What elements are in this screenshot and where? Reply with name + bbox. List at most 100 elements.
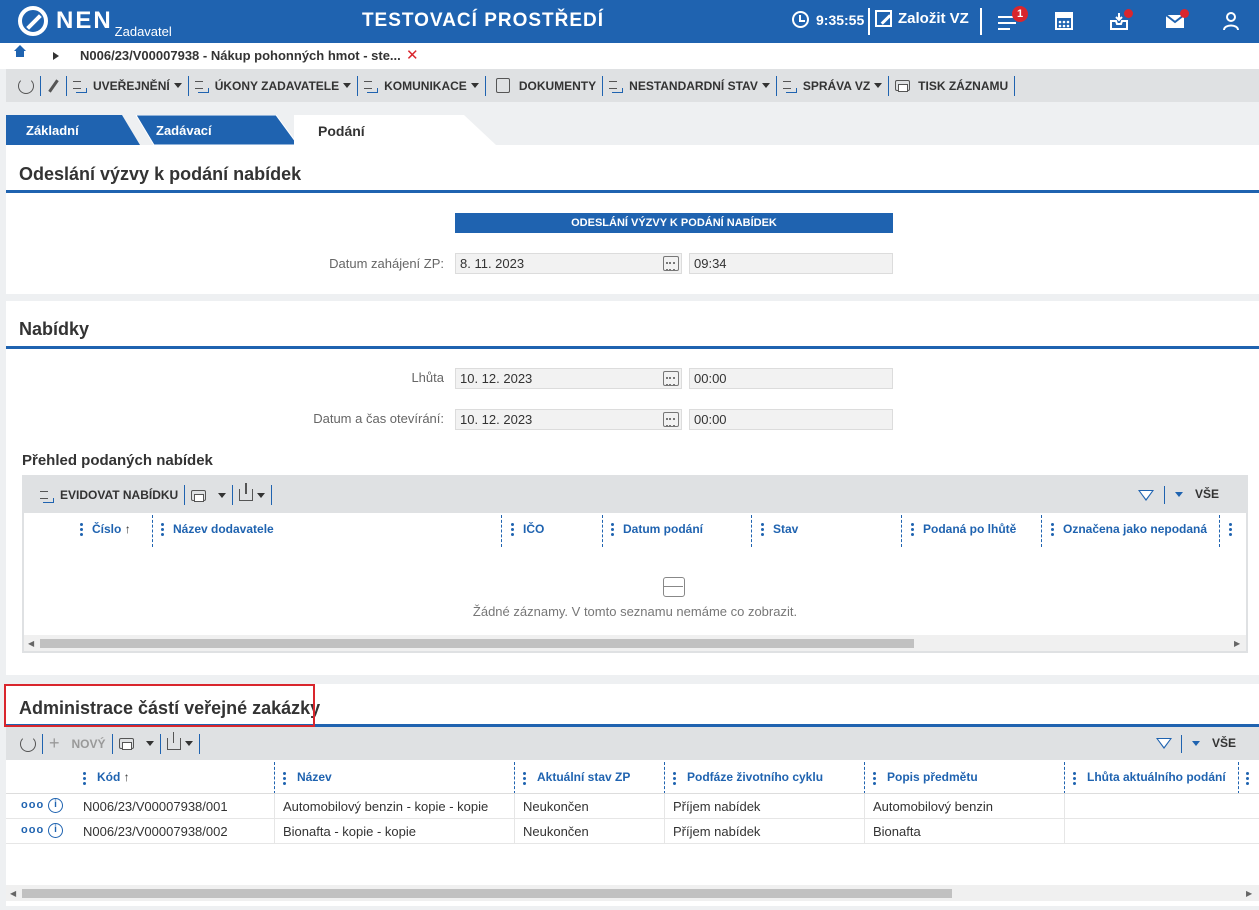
export-menu[interactable]	[161, 731, 200, 754]
row-kod[interactable]: N006/23/V00007938/001	[83, 799, 228, 814]
col-oznacena-nepodana[interactable]: Označena jako nepodaná	[1063, 522, 1207, 536]
home-icon[interactable]	[14, 45, 26, 62]
calendar-icon[interactable]	[663, 371, 679, 386]
lhuta-date-field[interactable]: 10. 12. 2023	[455, 368, 682, 389]
table-row[interactable]: ooo i N006/23/V00007938/001 Automobilový…	[6, 794, 1259, 819]
evidovat-button[interactable]: EVIDOVAT NABÍDKU	[34, 485, 186, 505]
col-podfaze[interactable]: Podfáze životního cyklu	[687, 770, 823, 784]
column-menu-icon[interactable]	[1073, 772, 1076, 787]
sort-asc-icon: ↑	[124, 522, 131, 536]
novy-button[interactable]: + NOVÝ	[43, 733, 113, 754]
row-stav: Neukončen	[523, 799, 589, 814]
create-vz-button[interactable]: Založit VZ	[875, 10, 969, 27]
col-stav[interactable]: Stav	[773, 522, 798, 536]
col-nazev[interactable]: Název	[297, 770, 332, 784]
tab-podani-ucastniku[interactable]: Podání účastníků ZP	[302, 115, 383, 203]
highlight-frame	[4, 684, 315, 727]
col-kod[interactable]: Kód ↑	[97, 770, 130, 784]
komunikace-label: KOMUNIKACE	[384, 78, 467, 93]
column-menu-icon[interactable]	[83, 772, 86, 787]
export-menu[interactable]	[233, 483, 273, 505]
chevron-right-icon	[53, 52, 59, 60]
column-menu-icon[interactable]	[283, 772, 286, 787]
calendar-icon[interactable]	[663, 412, 679, 427]
column-separator	[1238, 762, 1239, 794]
close-icon[interactable]: ✕	[406, 46, 419, 64]
col-ico[interactable]: IČO	[523, 522, 544, 536]
scrollbar-thumb[interactable]	[22, 889, 952, 898]
scroll-left-icon[interactable]: ◀	[10, 889, 16, 898]
column-separator	[1064, 762, 1065, 794]
refresh-button[interactable]	[12, 75, 41, 96]
column-menu-icon[interactable]	[1246, 772, 1249, 787]
scroll-left-icon[interactable]: ◀	[28, 639, 34, 648]
scroll-right-icon[interactable]: ▶	[1246, 889, 1252, 898]
column-separator	[1219, 515, 1220, 547]
cas-zahajeni-field[interactable]: 09:34	[689, 253, 893, 274]
row-podfaze: Příjem nabídek	[673, 824, 761, 839]
datum-zahajeni-field[interactable]: 8. 11. 2023	[455, 253, 682, 274]
col-nazev-dodavatele[interactable]: Název dodavatele	[173, 522, 274, 536]
scrollbar-thumb[interactable]	[40, 639, 914, 648]
column-menu-icon[interactable]	[761, 523, 764, 538]
uverejneni-menu[interactable]: UVEŘEJNĚNÍ	[67, 75, 189, 96]
otevirani-time-field[interactable]: 00:00	[689, 409, 893, 430]
dokumenty-label: DOKUMENTY	[518, 78, 597, 93]
horizontal-scrollbar[interactable]: ◀ ▶	[24, 635, 1246, 651]
column-menu-icon[interactable]	[80, 523, 83, 538]
nestandardni-menu[interactable]: NESTANDARDNÍ STAV	[603, 75, 777, 96]
col-cislo[interactable]: Číslo ↑	[92, 522, 131, 536]
edit-button[interactable]	[41, 75, 67, 96]
dokumenty-button[interactable]: DOKUMENTY	[486, 75, 604, 96]
scroll-right-icon[interactable]: ▶	[1234, 639, 1240, 648]
vse-dropdown[interactable]: VŠE	[1192, 736, 1236, 750]
vse-dropdown[interactable]: VŠE	[1175, 487, 1219, 501]
info-icon[interactable]: i	[48, 823, 63, 838]
column-menu-icon[interactable]	[911, 523, 914, 538]
tab-zakladni-udaje[interactable]: Základní údaje	[10, 115, 79, 170]
info-icon[interactable]: i	[48, 798, 63, 813]
tisk-button[interactable]: TISK ZÁZNAMU	[889, 75, 1016, 96]
sprava-label: SPRÁVA VZ	[802, 78, 871, 93]
row-actions-icon[interactable]: ooo	[21, 824, 44, 836]
lhuta-time-field[interactable]: 00:00	[689, 368, 893, 389]
filter-icon[interactable]	[1138, 490, 1154, 501]
col-aktualni-stav[interactable]: Aktuální stav ZP	[537, 770, 630, 784]
horizontal-scrollbar[interactable]: ◀ ▶	[6, 885, 1259, 901]
vyzva-header: ODESLÁNÍ VÝZVY K PODÁNÍ NABÍDEK	[455, 213, 893, 233]
ukony-menu[interactable]: ÚKONY ZADAVATELE	[189, 75, 359, 96]
column-separator	[751, 515, 752, 547]
column-menu-icon[interactable]	[511, 523, 514, 538]
col-podana-po-lhute[interactable]: Podaná po lhůtě	[923, 522, 1016, 536]
row-kod[interactable]: N006/23/V00007938/002	[83, 824, 228, 839]
column-menu-icon[interactable]	[1229, 523, 1232, 538]
print-menu[interactable]	[113, 733, 161, 754]
otevirani-date-field[interactable]: 10. 12. 2023	[455, 409, 682, 430]
col-datum-podani[interactable]: Datum podání	[623, 522, 703, 536]
table-row[interactable]: ooo i N006/23/V00007938/002 Bionafta - k…	[6, 819, 1259, 844]
tab-zadavaci-podminky[interactable]: Zadávací podmínky	[140, 115, 217, 170]
clock-icon	[792, 11, 809, 28]
tab-shapes	[6, 115, 496, 145]
print-menu[interactable]	[185, 485, 234, 505]
sprava-menu[interactable]: SPRÁVA VZ	[777, 75, 890, 96]
column-menu-icon[interactable]	[1051, 523, 1054, 538]
col-lhuta[interactable]: Lhůta aktuálního podání	[1087, 770, 1226, 784]
breadcrumb-item[interactable]: N006/23/V00007938 - Nákup pohonných hmot…	[80, 48, 401, 63]
column-menu-icon[interactable]	[673, 772, 676, 787]
refresh-button[interactable]	[14, 733, 43, 754]
user-icon[interactable]	[1220, 10, 1242, 32]
calendar-icon[interactable]	[663, 256, 679, 271]
col-popis[interactable]: Popis předmětu	[887, 770, 978, 784]
lhuta-date-value: 10. 12. 2023	[460, 371, 533, 386]
column-menu-icon[interactable]	[611, 523, 614, 538]
calculator-icon[interactable]	[1053, 10, 1075, 32]
column-menu-icon[interactable]	[523, 772, 526, 787]
filter-icon[interactable]	[1156, 738, 1172, 749]
column-menu-icon[interactable]	[873, 772, 876, 787]
komunikace-menu[interactable]: KOMUNIKACE	[358, 75, 486, 96]
column-menu-icon[interactable]	[161, 523, 164, 538]
row-actions-icon[interactable]: ooo	[21, 799, 44, 811]
datum-zahajeni-label: Datum zahájení ZP:	[329, 256, 444, 271]
cell-divider	[274, 819, 275, 844]
